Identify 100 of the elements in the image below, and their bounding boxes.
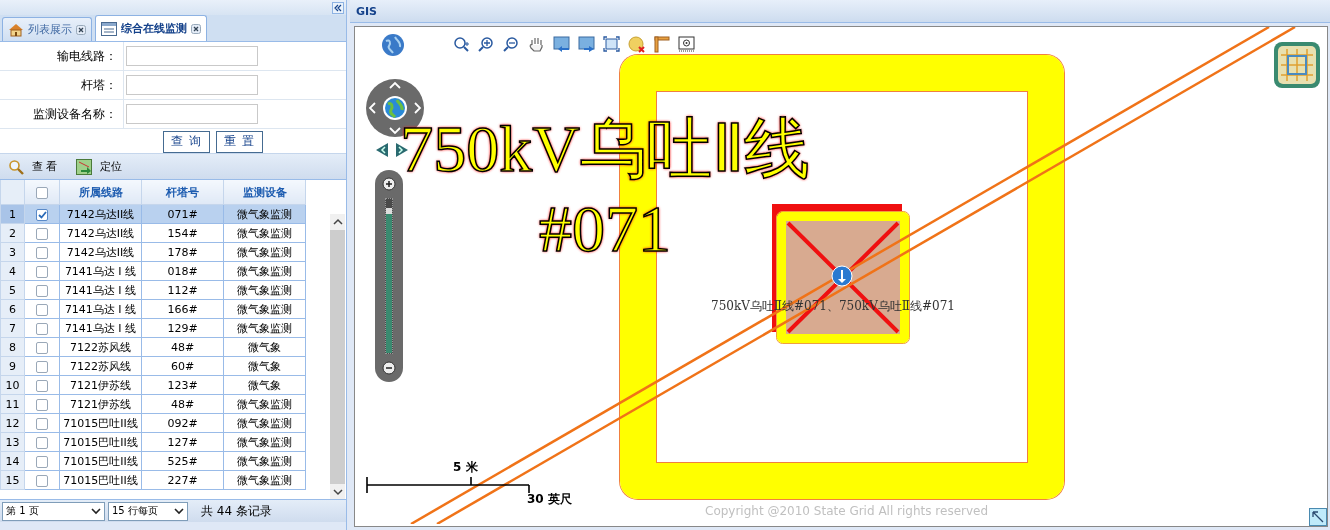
list-icon xyxy=(101,21,117,36)
column-header[interactable]: 监测设备 xyxy=(223,180,306,205)
scroll-up-icon[interactable] xyxy=(331,218,344,226)
table-cell: 微气象 xyxy=(223,375,306,395)
field-label: 监测设备名称： xyxy=(0,100,124,128)
tower-pin-icon[interactable] xyxy=(831,265,853,287)
table-cell: 7141乌达 I 线 xyxy=(59,280,142,300)
row-checkbox[interactable] xyxy=(36,417,48,430)
table-cell: 微气象监测 xyxy=(223,318,306,338)
table-row[interactable]: 11 7121伊苏线 48# 微气象监测 xyxy=(0,394,306,414)
table-cell: 7141乌达 I 线 xyxy=(59,261,142,281)
row-checkbox[interactable] xyxy=(36,284,48,297)
table-cell: 微气象监测 xyxy=(223,432,306,452)
column-header[interactable]: 杆塔号 xyxy=(141,180,224,205)
table-cell: 71015巴吐II线 xyxy=(59,470,142,490)
table-cell: 7142乌达II线 xyxy=(59,242,142,262)
table-row[interactable]: 14 71015巴吐II线 525# 微气象监测 xyxy=(0,451,306,471)
table-cell: 178# xyxy=(141,242,224,262)
row-checkbox[interactable] xyxy=(36,474,48,487)
table-row[interactable]: 6 7141乌达 I 线 166# 微气象监测 xyxy=(0,299,306,319)
zoom-in-icon[interactable] xyxy=(382,177,396,191)
table-row[interactable]: 15 71015巴吐II线 227# 微气象监测 xyxy=(0,470,306,490)
row-checkbox[interactable] xyxy=(36,265,48,278)
scale-label: 5 米 xyxy=(452,459,479,476)
hand-icon[interactable] xyxy=(528,36,545,53)
globe-icon xyxy=(382,95,408,121)
identify-icon[interactable] xyxy=(678,36,695,53)
row-checkbox[interactable] xyxy=(36,379,48,392)
row-checkbox[interactable] xyxy=(36,360,48,373)
table-row[interactable]: 12 71015巴吐II线 092# 微气象监测 xyxy=(0,413,306,433)
zoom-box-icon[interactable] xyxy=(453,36,470,53)
input-field[interactable] xyxy=(126,75,258,95)
table-cell: 48# xyxy=(141,337,224,357)
input-field[interactable] xyxy=(126,104,258,124)
row-checkbox[interactable] xyxy=(36,341,48,354)
table-cell: 7141乌达 I 线 xyxy=(59,318,142,338)
row-checkbox[interactable] xyxy=(36,398,48,411)
table-cell: 48# xyxy=(141,394,224,414)
select-all-checkbox[interactable] xyxy=(36,186,48,199)
page-size-select[interactable]: 15 行每页 xyxy=(108,501,188,521)
double-chevron-icon[interactable] xyxy=(332,1,344,14)
record-count: 共 44 条记录 xyxy=(201,502,272,520)
table-row[interactable]: 9 7122苏风线 60# 微气象 xyxy=(0,356,306,376)
caret-icon xyxy=(91,507,101,515)
row-checkbox[interactable] xyxy=(36,227,48,240)
row-checkbox[interactable] xyxy=(36,436,48,449)
table-row[interactable]: 7 7141乌达 I 线 129# 微气象监测 xyxy=(0,318,306,338)
zoom-in-icon[interactable] xyxy=(478,36,495,53)
table-row[interactable]: 4 7141乌达 I 线 018# 微气象监测 xyxy=(0,261,306,281)
panel-title: GIS xyxy=(356,4,378,18)
page-select[interactable]: 第 1 页 xyxy=(2,501,105,521)
table-cell: 127# xyxy=(141,432,224,452)
table-row[interactable]: 3 7142乌达II线 178# 微气象监测 xyxy=(0,242,306,262)
table-row[interactable]: 10 7121伊苏线 123# 微气象 xyxy=(0,375,306,395)
overview-map-icon[interactable] xyxy=(1273,41,1321,89)
ruler-icon[interactable] xyxy=(653,36,670,53)
table-cell: 微气象监测 xyxy=(223,451,306,471)
table-row[interactable]: 1 7142乌达II线 071# 微气象监测 xyxy=(0,204,306,224)
table-cell: 227# xyxy=(141,470,224,490)
row-checkbox[interactable] xyxy=(36,455,48,468)
locate-button[interactable]: 定位 xyxy=(73,157,124,176)
copyright-text: Copyright @2010 State Grid All rights reserved xyxy=(705,504,989,518)
view-button[interactable]: 查 看 xyxy=(6,157,60,176)
full-extent-icon[interactable] xyxy=(603,36,620,53)
reset-button[interactable]: 重 置 xyxy=(216,130,263,153)
close-icon[interactable] xyxy=(76,24,86,35)
scroll-down-icon[interactable] xyxy=(331,488,344,496)
table-cell: 7122苏风线 xyxy=(59,356,142,376)
table-cell: 7122苏风线 xyxy=(59,337,142,357)
globe-icon[interactable] xyxy=(381,33,405,57)
row-checkbox[interactable] xyxy=(36,303,48,316)
home-icon xyxy=(8,22,24,37)
zoom-out-icon[interactable] xyxy=(503,36,520,53)
input-field[interactable] xyxy=(126,46,258,66)
expand-arrow-icon[interactable] xyxy=(1309,508,1327,526)
row-checkbox[interactable] xyxy=(36,246,48,259)
table-cell: 7141乌达 I 线 xyxy=(59,299,142,319)
caret-icon xyxy=(174,507,184,515)
table-cell: 71015巴吐II线 xyxy=(59,451,142,471)
tab[interactable]: 综合在线监测 xyxy=(95,15,207,41)
clear-icon[interactable] xyxy=(628,36,645,53)
zoom-out-icon[interactable] xyxy=(382,361,396,375)
table-cell: 092# xyxy=(141,413,224,433)
column-header[interactable]: 所属线路 xyxy=(59,180,142,205)
table-cell: 7121伊苏线 xyxy=(59,375,142,395)
table-cell: 018# xyxy=(141,261,224,281)
row-checkbox[interactable] xyxy=(36,322,48,335)
row-checkbox[interactable] xyxy=(36,208,48,221)
table-row[interactable]: 2 7142乌达II线 154# 微气象监测 xyxy=(0,223,306,243)
table-row[interactable]: 5 7141乌达 I 线 112# 微气象监测 xyxy=(0,280,306,300)
tab[interactable]: 列表展示 xyxy=(2,17,92,41)
table-cell: 71015巴吐II线 xyxy=(59,413,142,433)
table-cell: 7142乌达II线 xyxy=(59,223,142,243)
table-cell: 微气象监测 xyxy=(223,470,306,490)
zoom-slider[interactable] xyxy=(375,170,403,382)
query-button[interactable]: 查 询 xyxy=(163,130,210,153)
table-cell: 微气象 xyxy=(223,337,306,357)
close-icon[interactable] xyxy=(191,23,201,34)
table-row[interactable]: 13 71015巴吐II线 127# 微气象监测 xyxy=(0,432,306,452)
table-row[interactable]: 8 7122苏风线 48# 微气象 xyxy=(0,337,306,357)
